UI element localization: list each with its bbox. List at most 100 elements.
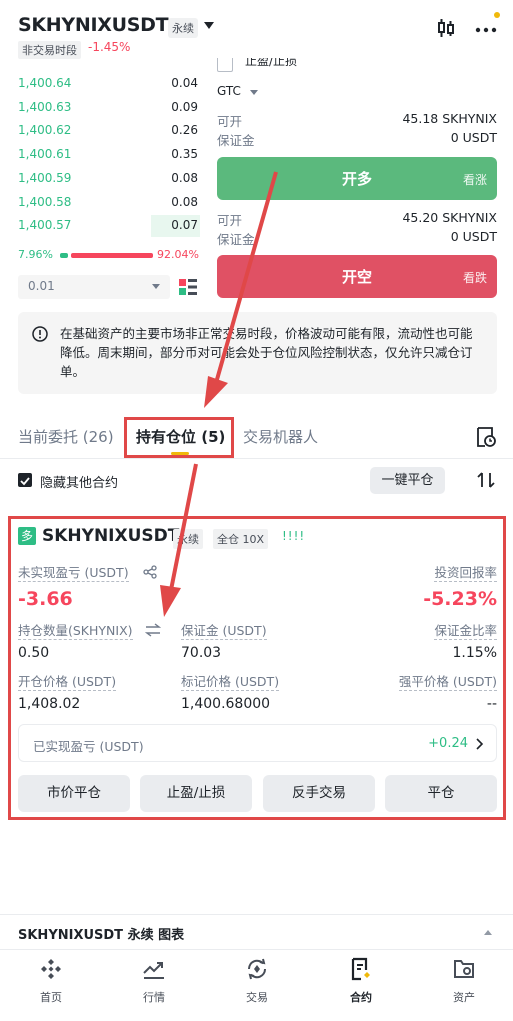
history-icon[interactable] <box>475 426 497 448</box>
unrealized-pnl-label: 未实现盈亏 (USDT) <box>18 565 129 582</box>
long-side-tag: 多 <box>18 527 36 545</box>
long-avail-label: 可开 <box>217 114 243 129</box>
price-change: -1.45% <box>88 40 131 54</box>
market-close-button[interactable]: 市价平仓 <box>18 775 130 812</box>
close-position-button[interactable]: 平仓 <box>385 775 497 812</box>
nav-futures[interactable]: 合约 <box>321 957 401 1005</box>
realized-pnl-row[interactable]: 已实现盈亏 (USDT) +0.24 <box>18 724 497 762</box>
long-margin-label: 保证金 <box>217 133 255 148</box>
orderbook-row[interactable]: 1,400.62 0.26 <box>18 119 200 143</box>
contract-type-badge: 永续 <box>168 18 198 38</box>
orderbook-row[interactable]: 1,400.57 0.07 <box>18 214 200 238</box>
size-value: 0.50 <box>18 645 50 661</box>
open-long-sub: 看涨 <box>462 173 487 187</box>
nav-divider <box>0 949 513 950</box>
margin-ratio-value: 1.15% <box>452 645 497 661</box>
close-all-button[interactable]: 一键平仓 <box>370 467 445 494</box>
chevron-up-icon[interactable] <box>484 930 492 935</box>
precision-select[interactable]: 0.01 <box>18 275 170 299</box>
long-margin-value: 0 USDT <box>450 130 497 145</box>
swap-units-icon[interactable] <box>145 623 161 637</box>
bid-qty: 0.07 <box>171 218 198 233</box>
nav-home[interactable]: 首页 <box>11 957 91 1005</box>
chart-toggle-label[interactable]: SKHYNIXUSDT 永续 图表 <box>18 924 184 943</box>
unrealized-pnl-value: -3.66 <box>18 588 73 610</box>
mark-price-label: 标记价格 (USDT) <box>181 674 280 691</box>
tpsl-checkbox[interactable] <box>217 58 233 72</box>
orderbook-row[interactable]: 1,400.58 0.08 <box>18 191 200 215</box>
bid-price: 1,400.61 <box>18 147 72 162</box>
symbol-dropdown-icon[interactable] <box>204 22 214 29</box>
nav-trade[interactable]: 交易 <box>217 957 297 1005</box>
share-icon[interactable] <box>143 565 157 579</box>
time-in-force[interactable]: GTC <box>217 84 241 98</box>
bid-qty: 0.26 <box>171 123 198 138</box>
wallet-icon <box>454 960 474 978</box>
orderbook-row[interactable]: 1,400.61 0.35 <box>18 143 200 167</box>
tpsl-label: 止盈/止损 <box>245 58 298 68</box>
margin-label: 保证金 (USDT) <box>181 623 267 640</box>
open-short-sub: 看跌 <box>462 271 487 285</box>
reverse-button[interactable]: 反手交易 <box>263 775 375 812</box>
nav-futures-label: 合约 <box>350 991 372 1004</box>
nav-wallet[interactable]: 资产 <box>424 957 504 1005</box>
bid-price: 1,400.63 <box>18 99 72 114</box>
position-symbol[interactable]: SKHYNIXUSDT <box>42 526 179 546</box>
open-long-button[interactable]: 开多 看涨 <box>217 157 497 200</box>
notice-text: 在基础资产的主要市场非正常交易时段，价格波动可能有限，流动性也可能降低。周末期间… <box>60 326 473 379</box>
buy-ratio: 7.96% <box>18 248 53 261</box>
mark-price-value: 1,400.68000 <box>181 696 271 712</box>
orderbook-row[interactable]: 1,400.63 0.09 <box>18 96 200 120</box>
tif-chevron-down-icon <box>250 90 258 95</box>
chevron-right-icon <box>476 738 484 750</box>
tab-divider <box>0 458 513 459</box>
session-badge: 非交易时段 <box>18 41 81 59</box>
bid-price: 1,400.57 <box>18 218 72 233</box>
bid-qty: 0.08 <box>171 170 198 185</box>
long-avail-value: 45.18 SKHYNIX <box>402 111 497 126</box>
symbol-title[interactable]: SKHYNIXUSDT <box>18 14 169 36</box>
chevron-down-icon <box>152 284 160 289</box>
bid-price: 1,400.58 <box>18 194 72 209</box>
check-icon <box>20 477 30 486</box>
bid-qty: 0.08 <box>171 194 198 209</box>
hide-other-checkbox[interactable] <box>18 473 32 487</box>
hide-other-label[interactable]: 隐藏其他合约 <box>40 472 118 491</box>
futures-icon <box>351 957 370 981</box>
tab-highlight-box <box>124 417 234 458</box>
nav-markets[interactable]: 行情 <box>114 957 194 1005</box>
trading-hours-notice: 在基础资产的主要市场非正常交易时段，价格波动可能有限，流动性也可能降低。周末期间… <box>18 312 497 394</box>
nav-wallet-label: 资产 <box>453 991 475 1004</box>
notification-dot <box>494 12 500 18</box>
roi-value: -5.23% <box>423 588 497 610</box>
orderbook-layout-icon[interactable] <box>178 277 198 297</box>
trade-icon <box>247 958 267 980</box>
open-short-label: 开空 <box>341 268 372 286</box>
candlestick-icon[interactable] <box>436 18 456 38</box>
short-margin-value: 0 USDT <box>450 229 497 244</box>
orderbook-row[interactable]: 1,400.64 0.04 <box>18 72 200 96</box>
nav-trade-label: 交易 <box>246 991 268 1004</box>
nav-markets-label: 行情 <box>143 991 165 1004</box>
open-long-label: 开多 <box>341 170 372 188</box>
orderbook-row[interactable]: 1,400.59 0.08 <box>18 167 200 191</box>
tab-trading-bots[interactable]: 交易机器人 <box>243 426 318 447</box>
bid-qty: 0.04 <box>171 76 198 90</box>
margin-value: 70.03 <box>181 645 222 661</box>
bid-qty: 0.09 <box>171 99 198 114</box>
home-icon <box>41 959 61 979</box>
short-avail-label: 可开 <box>217 213 243 228</box>
liq-price-label: 强平价格 (USDT) <box>398 674 497 691</box>
roi-label: 投资回报率 <box>434 565 497 582</box>
tpsl-button[interactable]: 止盈/止损 <box>140 775 252 812</box>
precision-value: 0.01 <box>28 279 55 293</box>
sort-icon[interactable] <box>476 470 496 490</box>
open-short-button[interactable]: 开空 看跌 <box>217 255 497 298</box>
tab-open-orders[interactable]: 当前委托 (26) <box>18 426 114 447</box>
more-icon[interactable] <box>474 18 498 38</box>
short-avail-value: 45.20 SKHYNIX <box>402 210 497 225</box>
position-margin-mode[interactable]: 全仓 10X <box>213 529 269 549</box>
size-label: 持仓数量(SKHYNIX) <box>18 623 133 640</box>
bid-price: 1,400.62 <box>18 123 72 138</box>
markets-icon <box>143 962 164 979</box>
